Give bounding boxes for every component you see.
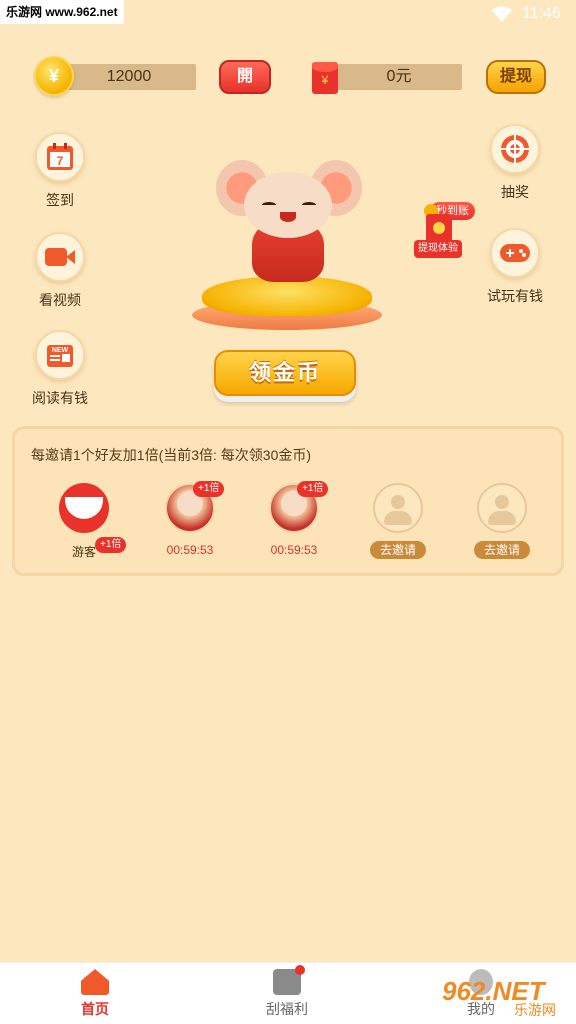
site-watermark: 乐游网 www.962.net bbox=[0, 0, 124, 24]
news-icon: NEW bbox=[35, 330, 85, 380]
instant-cash-badge[interactable]: 秒到账 提现体验 bbox=[414, 202, 494, 258]
invite-panel: 每邀请1个好友加1倍(当前3倍: 每次领30金币) +1倍 游客 00:59:5… bbox=[12, 426, 564, 576]
site-logo-watermark: 962.NET 乐游网 bbox=[442, 972, 572, 1020]
checkin-label: 签到 bbox=[46, 192, 74, 208]
lottery-label: 抽奖 bbox=[501, 184, 529, 200]
watch-video-button[interactable]: 看视频 bbox=[15, 232, 105, 310]
scratch-card-icon bbox=[273, 965, 305, 995]
watch-video-label: 看视频 bbox=[39, 292, 81, 308]
mascot-head bbox=[244, 172, 332, 238]
go-invite-button[interactable]: 去邀请 bbox=[369, 541, 426, 559]
mascot-mouth bbox=[280, 212, 296, 222]
watermark-subtext: 乐游网 bbox=[514, 1002, 556, 1018]
red-envelope-icon bbox=[426, 214, 452, 242]
read-earn-label: 阅读有钱 bbox=[32, 390, 88, 406]
notification-dot bbox=[295, 965, 305, 975]
invite-slot-empty: 去邀请 bbox=[457, 483, 547, 559]
status-bar: 乐游网 www.962.net 11:46 bbox=[0, 0, 576, 30]
withdraw-button[interactable]: 提现 bbox=[486, 60, 546, 94]
svg-text:NEW: NEW bbox=[52, 347, 69, 354]
collect-coins-button[interactable]: 领金币 bbox=[214, 350, 356, 396]
wifi-icon bbox=[492, 6, 512, 22]
calendar-icon: 7 bbox=[35, 132, 85, 182]
tab-home[interactable]: 首页 bbox=[50, 969, 140, 1019]
bonus-tag: +1倍 bbox=[95, 537, 127, 553]
cash-balance: 0元 bbox=[336, 64, 462, 90]
video-icon bbox=[35, 232, 85, 282]
mascot-eye bbox=[302, 202, 316, 208]
user-placeholder-icon bbox=[477, 483, 527, 533]
tab-home-label: 首页 bbox=[81, 1001, 109, 1017]
user-placeholder-icon bbox=[373, 483, 423, 533]
gamepad-icon bbox=[490, 228, 540, 278]
coin-balance: 12000 bbox=[62, 64, 196, 90]
invite-title: 每邀请1个好友加1倍(当前3倍: 每次领30金币) bbox=[31, 447, 312, 463]
mascot-eye bbox=[262, 202, 276, 208]
countdown-timer: 00:59:53 bbox=[166, 543, 214, 557]
red-envelope-icon: ¥ bbox=[312, 62, 338, 94]
guest-avatar bbox=[59, 483, 109, 533]
gold-coin-pile bbox=[202, 276, 372, 316]
checkin-button[interactable]: 7 签到 bbox=[15, 132, 105, 210]
bonus-tag: +1倍 bbox=[193, 481, 225, 497]
withdraw-trial-label: 提现体验 bbox=[414, 240, 462, 258]
clock: 11:46 bbox=[522, 5, 561, 22]
tab-scratch-label: 刮福利 bbox=[266, 1001, 308, 1017]
tab-scratch[interactable]: 刮福利 bbox=[242, 965, 332, 1019]
go-invite-button[interactable]: 去邀请 bbox=[473, 541, 530, 559]
svg-text:7: 7 bbox=[57, 154, 64, 168]
open-button[interactable]: 開 bbox=[219, 60, 271, 94]
invite-slot-empty: 去邀请 bbox=[353, 483, 443, 559]
home-icon bbox=[81, 969, 109, 995]
lottery-button[interactable]: 抽奖 bbox=[470, 124, 560, 202]
invite-slot-guest: +1倍 游客 bbox=[39, 483, 129, 560]
gold-coin-icon: ¥ bbox=[34, 56, 74, 96]
countdown-timer: 00:59:53 bbox=[270, 543, 318, 557]
lottery-wheel-icon bbox=[490, 124, 540, 174]
trial-play-label: 试玩有钱 bbox=[487, 288, 543, 304]
bonus-tag: +1倍 bbox=[297, 481, 329, 497]
read-earn-button[interactable]: NEW 阅读有钱 bbox=[15, 330, 105, 408]
